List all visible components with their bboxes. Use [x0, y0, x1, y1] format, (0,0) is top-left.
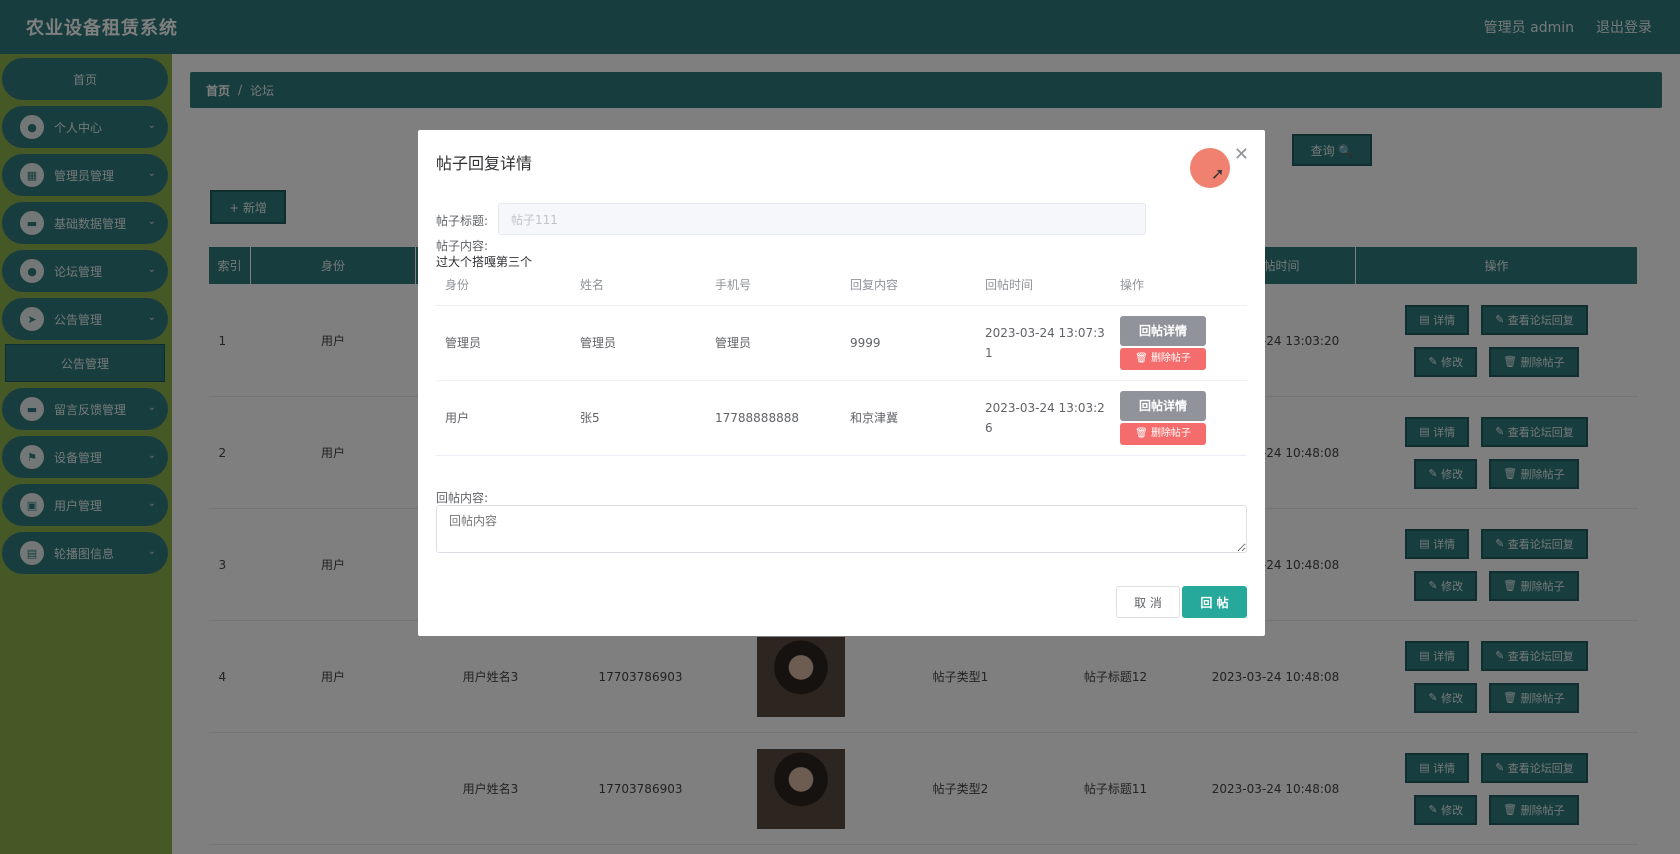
column-header: 姓名 [571, 265, 706, 306]
column-header: 回复内容 [841, 265, 976, 306]
reply-actions: 回帖详情 🗑 删除帖子 [1111, 380, 1247, 456]
reply-actions: 回帖详情 🗑 删除帖子 [1111, 305, 1247, 381]
column-header: 回帖时间 [976, 265, 1111, 306]
reply-name: 张5 [571, 380, 706, 456]
cancel-button[interactable]: 取 消 [1116, 586, 1180, 618]
trash-icon: 🗑 [1135, 352, 1151, 364]
close-icon[interactable]: ✕ [1234, 144, 1249, 165]
reply-role: 用户 [436, 380, 571, 456]
reply-phone: 17788888888 [706, 380, 841, 456]
dialog-title: 帖子回复详情 [436, 154, 533, 173]
trash-icon: 🗑 [1135, 427, 1151, 439]
reply-detail-button[interactable]: 回帖详情 [1120, 390, 1206, 421]
reply-time: 2023-03-24 13:03:26 [976, 380, 1111, 456]
reply-phone: 管理员 [706, 305, 841, 381]
reply-name: 管理员 [571, 305, 706, 381]
reply-content-textarea[interactable] [436, 505, 1247, 553]
reply-content-label: 回帖内容: [436, 491, 489, 505]
post-title-field[interactable]: 帖子111 [498, 203, 1146, 235]
reply-detail-button[interactable]: 回帖详情 [1120, 315, 1206, 346]
reply-role: 管理员 [436, 305, 571, 381]
reply-time: 2023-03-24 13:07:31 [976, 305, 1111, 381]
post-content-label: 帖子内容: [436, 239, 489, 253]
column-header: 身份 [436, 265, 571, 306]
table-row: 管理员 管理员 管理员 9999 2023-03-24 13:07:31 回帖详… [436, 305, 1247, 381]
delete-post-button[interactable]: 🗑 删除帖子 [1120, 422, 1206, 445]
submit-reply-button[interactable]: 回 帖 [1182, 586, 1247, 618]
column-header: 操作 [1111, 265, 1247, 306]
delete-post-button[interactable]: 🗑 删除帖子 [1120, 347, 1206, 370]
reply-table: 身份 姓名 手机号 回复内容 回帖时间 操作 管理员 管理员 管理员 9999 … [436, 265, 1247, 456]
column-header: 手机号 [706, 265, 841, 306]
reply-content: 9999 [841, 305, 976, 381]
reply-content: 和京津冀 [841, 380, 976, 456]
reply-detail-dialog: 帖子回复详情 ➚ ✕ 帖子标题: 帖子111 帖子内容: 过大个搭嘎第三个 身份… [418, 130, 1265, 636]
mouse-cursor-icon: ➚ [1211, 164, 1225, 183]
post-title-label: 帖子标题: [436, 214, 489, 228]
table-row: 用户 张5 17788888888 和京津冀 2023-03-24 13:03:… [436, 380, 1247, 456]
delete-post-label: 删除帖子 [1150, 352, 1191, 364]
delete-post-label: 删除帖子 [1150, 427, 1191, 439]
